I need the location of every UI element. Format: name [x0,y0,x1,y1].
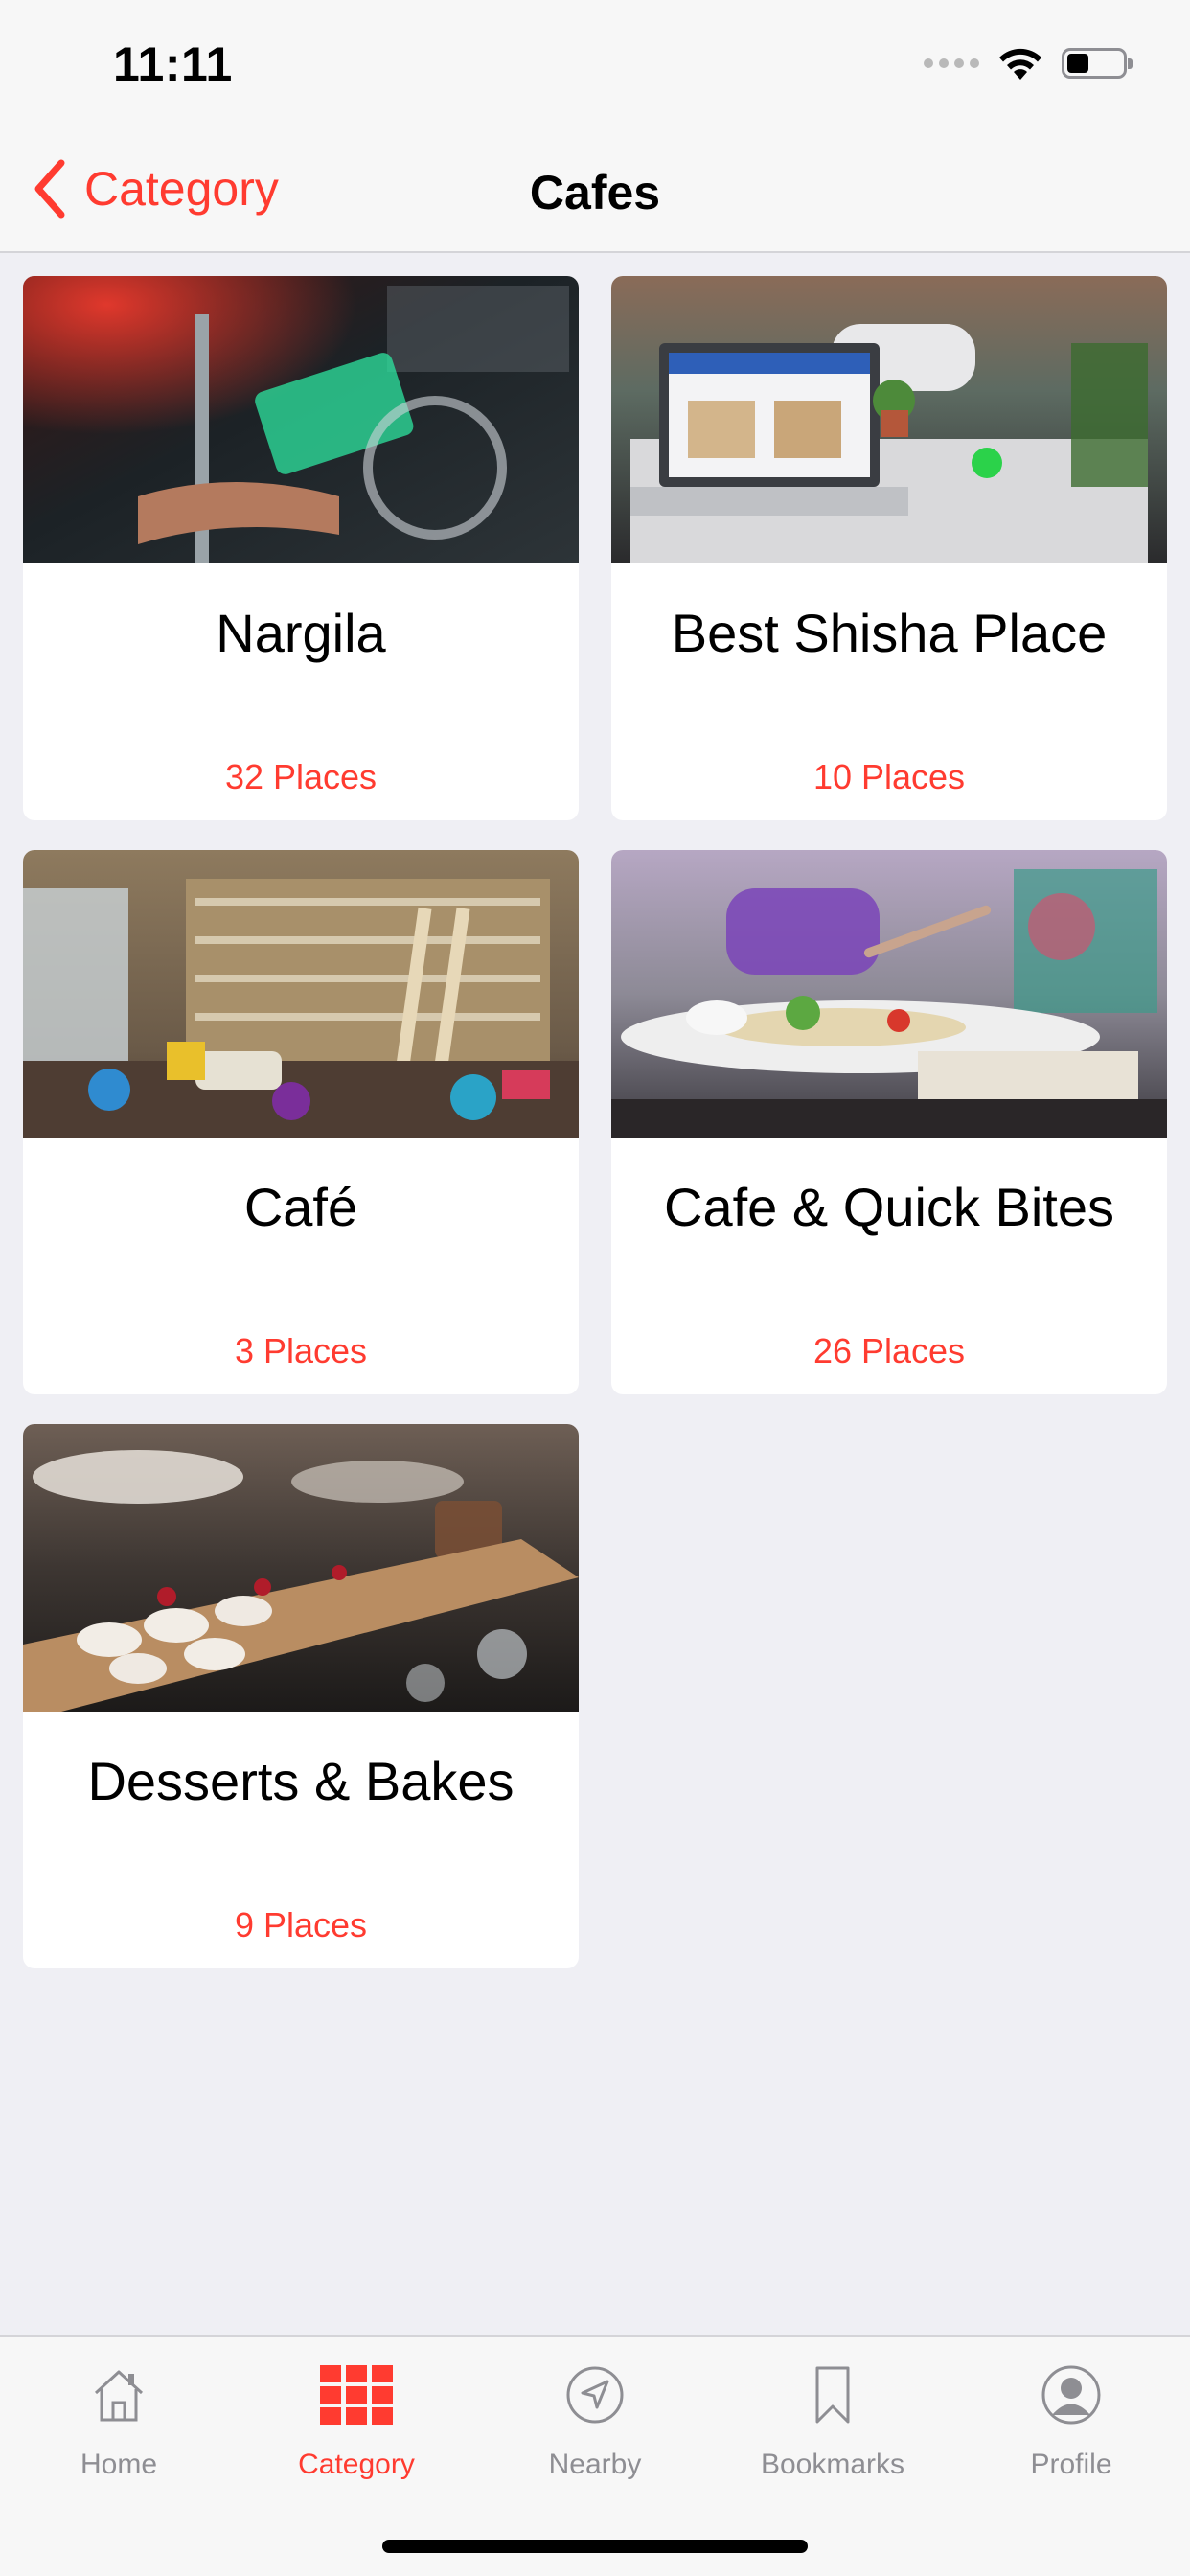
cafe-terrace-laptop-photo [611,276,1167,564]
category-card-desserts-bakes[interactable]: Desserts & Bakes 9 Places [23,1424,579,1968]
card-place-count: 26 Places [812,1331,966,1370]
category-card-best-shisha-place[interactable]: Best Shisha Place 10 Places [611,276,1167,820]
tab-label: Profile [1030,2449,1112,2480]
category-grid: Nargila 32 Places Best Shisha Place 10 P… [23,276,1167,1968]
tab-profile[interactable]: Profile [952,2357,1190,2500]
library-cafe-interior-photo [23,850,579,1138]
bookmark-icon [714,2357,951,2433]
status-indicators [924,44,1133,82]
tab-category[interactable]: Category [238,2357,475,2500]
tab-label: Nearby [548,2449,642,2480]
card-title: Cafe & Quick Bites [664,1177,1114,1237]
category-card-cafe[interactable]: Café 3 Places [23,850,579,1394]
tab-home[interactable]: Home [0,2357,238,2500]
home-indicator[interactable] [382,2540,808,2553]
tab-label: Category [298,2449,415,2480]
status-time: 11:11 [113,37,233,91]
grid-icon [238,2357,475,2433]
card-title: Desserts & Bakes [87,1751,515,1811]
card-place-count: 32 Places [224,757,378,796]
card-place-count: 3 Places [234,1331,368,1370]
page-title: Cafes [529,166,661,219]
status-bar: 11:11 [0,0,1190,126]
navigation-bar: Category Cafes [0,126,1190,253]
person-icon [952,2357,1190,2433]
tab-bookmarks[interactable]: Bookmarks [714,2357,951,2500]
category-card-cafe-quick-bites[interactable]: Cafe & Quick Bites 26 Places [611,850,1167,1394]
meringue-dessert-photo [23,1424,579,1712]
location-arrow-icon [476,2357,714,2433]
category-card-nargila[interactable]: Nargila 32 Places [23,276,579,820]
home-icon [0,2357,238,2433]
battery-icon [1062,48,1133,79]
tab-label: Bookmarks [760,2449,905,2480]
card-place-count: 9 Places [234,1905,368,1944]
breakfast-plate-photo [611,850,1167,1138]
wifi-icon [999,48,1041,80]
tab-label: Home [80,2449,158,2480]
card-title: Best Shisha Place [671,603,1108,663]
card-title: Nargila [216,603,386,663]
tab-nearby[interactable]: Nearby [476,2357,714,2500]
card-place-count: 10 Places [812,757,966,796]
cellular-signal-icon [924,58,979,68]
card-title: Café [243,1177,358,1237]
hookah-photo [23,276,579,564]
